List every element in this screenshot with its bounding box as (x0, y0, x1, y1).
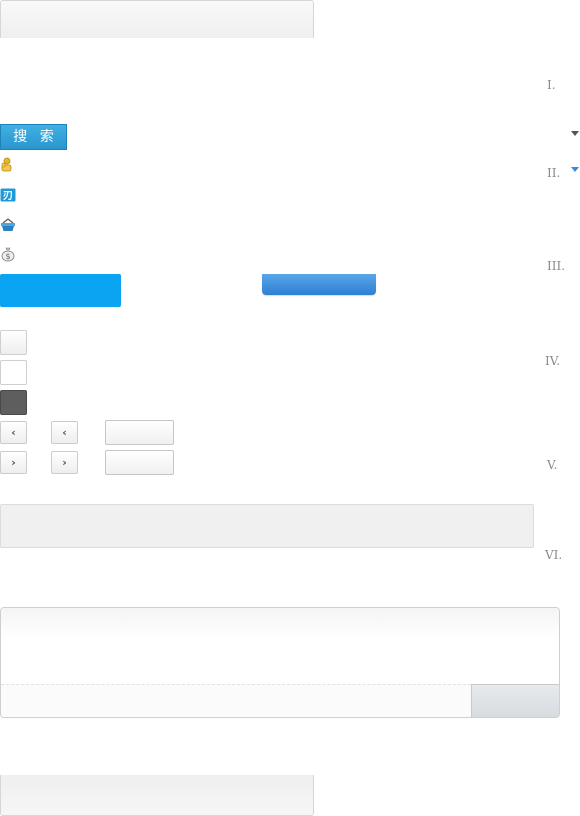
next-button[interactable]: › (0, 451, 27, 474)
editor-submit-button[interactable] (471, 684, 559, 717)
coupon-icon: 刃 (0, 187, 16, 203)
basket-icon (0, 217, 16, 233)
gradient-button[interactable] (262, 274, 376, 295)
editor-toolbar (1, 684, 471, 717)
coin-hand-icon (0, 157, 16, 173)
next-button-alt[interactable]: › (51, 451, 78, 474)
page-box-2[interactable] (105, 450, 174, 475)
prev-button-alt[interactable]: ‹ (51, 421, 78, 444)
editor-textarea[interactable] (1, 608, 559, 684)
search-button[interactable]: 搜 索 (0, 124, 67, 150)
money-bag-icon: $ (0, 246, 16, 262)
text-editor[interactable] (0, 607, 560, 718)
step-label-4: IV. (545, 354, 561, 368)
page-box-1[interactable] (105, 420, 174, 445)
step-label-3: III. (547, 259, 566, 273)
dark-square-button[interactable] (0, 390, 27, 415)
step-label-1: I. (547, 78, 556, 92)
caret-down-dark-icon[interactable] (571, 131, 579, 136)
svg-text:刃: 刃 (3, 191, 13, 202)
bottom-panel (0, 775, 314, 816)
caret-down-blue-icon[interactable] (571, 167, 579, 172)
svg-text:$: $ (5, 252, 10, 261)
primary-button[interactable] (0, 274, 121, 307)
top-panel (0, 0, 314, 38)
grey-square-button[interactable] (0, 330, 27, 355)
wide-bar (0, 504, 534, 548)
step-label-5: V. (547, 458, 558, 472)
white-square-button[interactable] (0, 360, 27, 385)
prev-button[interactable]: ‹ (0, 421, 27, 444)
step-label-6: VI. (545, 548, 563, 562)
